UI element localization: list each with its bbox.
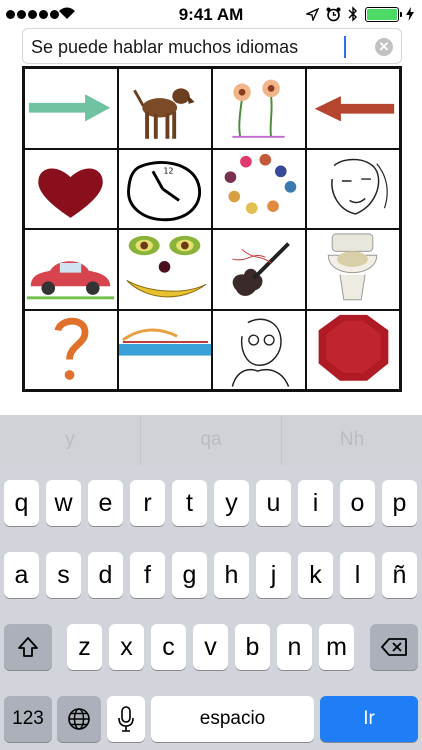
symbol-banana-face[interactable] [118, 229, 212, 310]
dictation-key[interactable] [107, 696, 145, 742]
microphone-icon [118, 706, 134, 732]
key-b[interactable]: b [235, 624, 270, 670]
key-u[interactable]: u [256, 480, 291, 526]
symbol-guitar[interactable] [212, 229, 306, 310]
key-p[interactable]: p [382, 480, 417, 526]
symbol-horizon[interactable] [118, 309, 212, 390]
space-key[interactable]: espacio [151, 696, 314, 742]
key-t[interactable]: t [172, 480, 207, 526]
go-key[interactable]: Ir [320, 696, 418, 742]
symbol-flowers[interactable] [212, 68, 306, 149]
man-face-icon [231, 318, 290, 387]
key-y[interactable]: y [214, 480, 249, 526]
battery-icon [365, 6, 402, 22]
suggestion-2[interactable]: qa [141, 415, 282, 465]
car-icon [26, 261, 115, 300]
flowers-icon [232, 79, 285, 138]
key-s[interactable]: s [46, 552, 81, 598]
backspace-icon [381, 638, 407, 656]
globe-key[interactable] [57, 696, 101, 742]
clock-icon: 12 [127, 160, 202, 221]
key-r[interactable]: r [130, 480, 165, 526]
suggestion-3[interactable]: Nh [282, 415, 422, 465]
guitar-icon [232, 242, 290, 296]
key-f[interactable]: f [130, 552, 165, 598]
symbol-grid: 12 [22, 66, 402, 392]
symbol-question-mark[interactable] [24, 309, 118, 390]
key-d[interactable]: d [88, 552, 123, 598]
status-bar: 9:41 AM [0, 0, 422, 28]
symbol-paint-palette[interactable] [212, 148, 306, 229]
key-v[interactable]: v [193, 624, 228, 670]
symbol-toilet[interactable] [306, 229, 400, 310]
horizon-icon [119, 328, 211, 356]
key-q[interactable]: q [4, 480, 39, 526]
backspace-key[interactable] [370, 624, 418, 670]
key-j[interactable]: j [256, 552, 291, 598]
key-w[interactable]: w [46, 480, 81, 526]
symbol-heart[interactable] [24, 148, 118, 229]
symbol-car[interactable] [24, 229, 118, 310]
text-caret [344, 36, 346, 58]
shift-icon [18, 637, 38, 657]
paint-palette-icon [224, 153, 297, 214]
key-e[interactable]: e [88, 480, 123, 526]
sentence-input-value: Se puede hablar muchos idiomas [31, 37, 299, 57]
banana-face-icon [126, 235, 207, 298]
symbol-arrow-left[interactable] [306, 68, 400, 149]
dog-icon [133, 88, 195, 139]
globe-icon [68, 708, 90, 730]
heart-icon [38, 168, 103, 218]
key-n[interactable]: n [277, 624, 312, 670]
key-m[interactable]: m [319, 624, 354, 670]
red-octagon-icon [318, 314, 389, 381]
charging-icon [406, 7, 414, 21]
symbol-dog[interactable] [118, 68, 212, 149]
arrow-left-icon [314, 96, 395, 122]
sentence-input[interactable]: Se puede hablar muchos idiomas ✕ [22, 28, 402, 64]
symbol-arrow-right[interactable] [24, 68, 118, 149]
key-z[interactable]: z [67, 624, 102, 670]
symbol-red-octagon[interactable] [306, 309, 400, 390]
question-mark-icon [54, 317, 89, 380]
location-icon [306, 7, 319, 21]
arrow-right-icon [28, 94, 111, 122]
key-h[interactable]: h [214, 552, 249, 598]
shift-key[interactable] [4, 624, 52, 670]
key-x[interactable]: x [109, 624, 144, 670]
numbers-key[interactable]: 123 [4, 696, 52, 742]
bluetooth-icon [348, 6, 357, 22]
key-g[interactable]: g [172, 552, 207, 598]
key-k[interactable]: k [298, 552, 333, 598]
alarm-icon [326, 7, 341, 21]
key-a[interactable]: a [4, 552, 39, 598]
toilet-icon [327, 233, 378, 301]
symbol-man-face[interactable] [212, 309, 306, 390]
svg-text:12: 12 [164, 166, 174, 175]
key-n-tilde[interactable]: ñ [382, 552, 417, 598]
symbol-woman-face[interactable] [306, 148, 400, 229]
predictive-bar: y qa Nh [0, 415, 422, 465]
key-l[interactable]: l [340, 552, 375, 598]
key-o[interactable]: o [340, 480, 375, 526]
clear-text-button[interactable]: ✕ [375, 38, 393, 56]
keyboard: y qa Nh q w e r t y u i o p a s d f g h … [0, 415, 422, 750]
suggestion-1[interactable]: y [0, 415, 141, 465]
woman-face-icon [331, 158, 388, 215]
symbol-clock[interactable]: 12 [118, 148, 212, 229]
key-c[interactable]: c [151, 624, 186, 670]
key-i[interactable]: i [298, 480, 333, 526]
